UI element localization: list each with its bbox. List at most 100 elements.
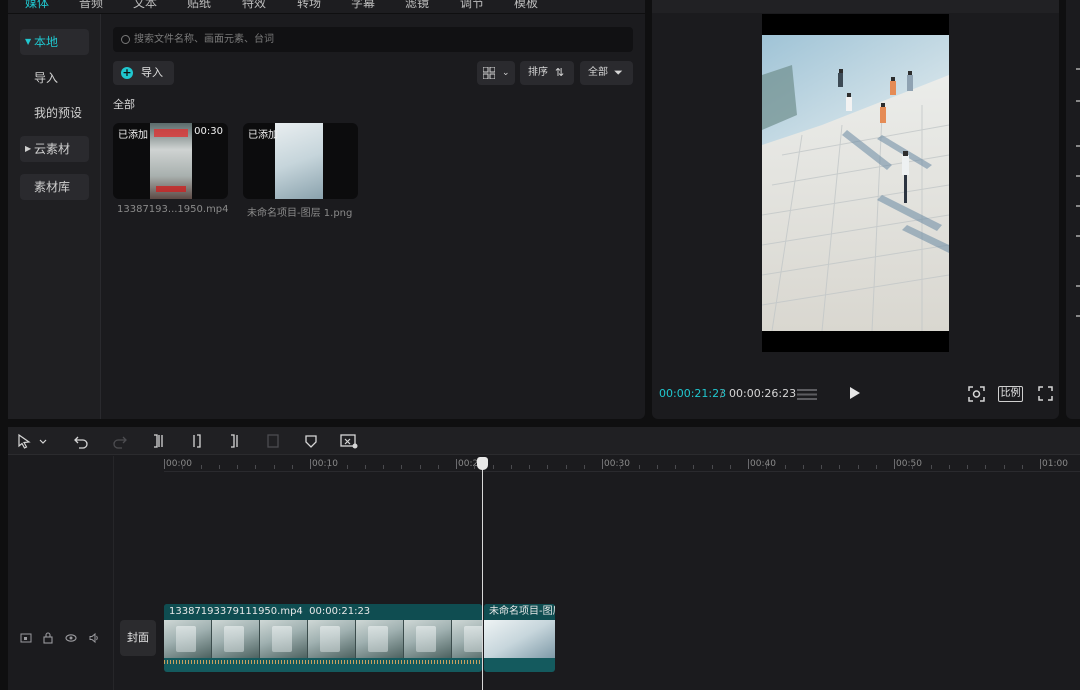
- view-mode-button[interactable]: ⌄: [477, 61, 515, 85]
- plus-icon: +: [121, 66, 133, 79]
- ruler-label: 00:10: [312, 459, 338, 469]
- clip-frame: [452, 620, 482, 658]
- ruler-label: 00:30: [604, 459, 630, 469]
- preview-frame-image: [762, 35, 949, 331]
- panel-mark: [1076, 285, 1080, 287]
- video-clip[interactable]: 13387193379111950.mp4 00:00:21:23: [164, 604, 482, 672]
- sort-button-label: 排序: [528, 67, 548, 78]
- panel-mark: [1076, 205, 1080, 207]
- lock-icon[interactable]: [42, 632, 54, 644]
- ruler-tick: [273, 465, 275, 469]
- ruler-tick: [857, 465, 859, 469]
- media-item-image[interactable]: 已添加: [243, 123, 358, 199]
- clip-frame: [308, 620, 356, 658]
- timeline-panel: 00:00 00:10 00:20 00:30 00:40 00:50 01:0…: [8, 427, 1080, 690]
- preview-canvas[interactable]: [762, 14, 949, 352]
- split-icon[interactable]: [150, 433, 166, 449]
- ruler-tick: [948, 465, 950, 469]
- redo-icon[interactable]: [112, 433, 128, 449]
- ruler-tick: [675, 465, 676, 469]
- panel-mark: [1076, 145, 1080, 147]
- ruler-tick: [894, 459, 895, 469]
- sidebar-item-label: 云素材: [34, 142, 71, 156]
- sidebar-item-library[interactable]: 素材库: [20, 174, 89, 200]
- clip-filmstrip: [164, 620, 482, 658]
- search-input[interactable]: 搜索文件名称、画面元素、台词: [113, 27, 633, 52]
- sidebar-item-label: 我的预设: [34, 106, 83, 120]
- sidebar-item-local[interactable]: ▼ 本地: [20, 29, 89, 55]
- sidebar-item-cloud[interactable]: ▶ 云素材: [20, 136, 89, 162]
- sidebar-item-import[interactable]: 导入: [20, 65, 89, 91]
- split-right-icon[interactable]: [226, 433, 242, 449]
- ruler-tick: [310, 459, 311, 469]
- ruler-tick: [602, 459, 603, 469]
- media-filename: 未命名项目-图层 1.png: [247, 208, 353, 219]
- tab-audio[interactable]: 音频: [79, 0, 103, 11]
- tab-adjust[interactable]: 调节: [460, 0, 484, 11]
- ruler-tick: [766, 465, 768, 469]
- filter-icon: ⏷: [614, 66, 623, 79]
- playhead-handle[interactable]: [477, 457, 488, 470]
- track-thumbnail-icon[interactable]: [20, 632, 32, 644]
- clip-frame: [212, 620, 260, 658]
- sidebar-item-label: 素材库: [34, 180, 71, 194]
- clip-frame: [356, 620, 404, 658]
- timecode-list-icon[interactable]: [797, 388, 817, 401]
- sidebar-item-presets[interactable]: 我的预设: [20, 100, 89, 126]
- filter-button[interactable]: 全部 ⏷: [580, 61, 633, 85]
- freeze-frame-icon[interactable]: [340, 433, 358, 449]
- media-thumbnail: [275, 123, 323, 199]
- ruler-tick: [529, 465, 530, 469]
- clip-frame: [260, 620, 308, 658]
- tab-media[interactable]: 媒体: [25, 0, 49, 11]
- search-icon: [121, 35, 130, 44]
- timeline-toolbar: [8, 427, 1080, 455]
- tab-effects[interactable]: 特效: [242, 0, 266, 11]
- ruler-tick: [291, 465, 293, 469]
- added-badge: 已添加: [118, 130, 148, 141]
- total-time: 00:00:26:23: [729, 387, 797, 400]
- tab-captions[interactable]: 字幕: [351, 0, 375, 11]
- undo-icon[interactable]: [73, 433, 89, 449]
- clip-header: 未命名项目-图层: [484, 604, 555, 620]
- ruler-tick: [182, 465, 184, 469]
- playhead[interactable]: [482, 462, 483, 690]
- ruler-tick: [437, 465, 439, 469]
- ruler-tick: [565, 465, 567, 469]
- aspect-ratio-button[interactable]: 比例: [998, 386, 1023, 402]
- tab-stickers[interactable]: 贴纸: [187, 0, 211, 11]
- preview-panel: 00:00:21:23 / 00:00:26:23 比例: [652, 0, 1059, 419]
- ruler-tick: [419, 465, 421, 469]
- image-clip[interactable]: 未命名项目-图层: [484, 604, 555, 672]
- caret-down-icon: ▼: [25, 37, 32, 46]
- ruler-tick: [985, 465, 987, 469]
- preview-header: [652, 0, 1059, 13]
- screen-capture-icon[interactable]: [968, 386, 985, 402]
- cover-button[interactable]: 封面: [120, 620, 156, 656]
- fullscreen-icon[interactable]: [1038, 386, 1053, 401]
- cursor-arrow-icon[interactable]: [16, 433, 32, 449]
- audio-waveform: [164, 660, 482, 664]
- time-ruler[interactable]: 00:00 00:10 00:20 00:30 00:40 00:50 01:0…: [164, 456, 1080, 472]
- tab-transitions[interactable]: 转场: [297, 0, 321, 11]
- audio-icon[interactable]: [88, 632, 100, 644]
- clip-frame: [164, 620, 212, 658]
- clip-still-image: [484, 620, 555, 658]
- ruler-tick: [346, 465, 348, 469]
- ruler-tick: [729, 465, 731, 469]
- play-icon[interactable]: [850, 387, 860, 399]
- tab-filters[interactable]: 滤镜: [405, 0, 429, 11]
- media-item-video[interactable]: 已添加 00:30: [113, 123, 228, 199]
- shield-marker-icon[interactable]: [303, 433, 319, 449]
- clip-title: 未命名项目-图层: [489, 606, 555, 617]
- eye-icon[interactable]: [65, 632, 77, 644]
- chevron-down-icon[interactable]: [38, 433, 48, 449]
- panel-mark: [1076, 315, 1080, 317]
- split-left-icon[interactable]: [189, 433, 205, 449]
- media-panel: ▼ 本地 导入 我的预设 ▶ 云素材 素材库 搜索文件名称、画面元素、台词 + …: [8, 14, 645, 419]
- tab-text[interactable]: 文本: [133, 0, 157, 11]
- tab-templates[interactable]: 模板: [514, 0, 538, 11]
- sort-button[interactable]: 排序 ⇅: [520, 61, 574, 85]
- import-button[interactable]: + 导入: [113, 61, 174, 85]
- delete-icon[interactable]: [265, 433, 281, 449]
